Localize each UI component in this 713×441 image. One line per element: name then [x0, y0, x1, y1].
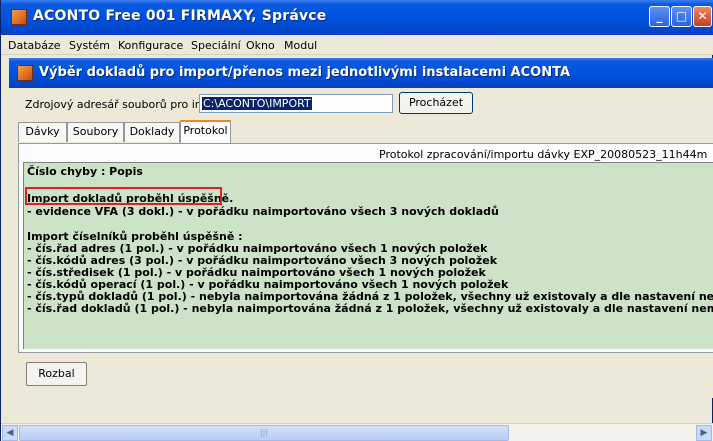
app-icon: [11, 9, 27, 25]
menu-modul[interactable]: Modul: [284, 39, 317, 52]
maximize-button[interactable]: □: [671, 6, 692, 27]
log-line: Číslo chyby : Popis: [27, 165, 143, 178]
scroll-right-icon[interactable]: ▶: [696, 425, 712, 441]
window-title: ACONTO Free 001 FIRMAXY, Správce: [33, 8, 327, 24]
close-button[interactable]: ✕: [693, 6, 712, 27]
tab-davky[interactable]: Dávky: [18, 122, 67, 142]
success-highlight: [25, 187, 222, 205]
tab-protokol[interactable]: Protokol: [180, 120, 231, 143]
browse-button[interactable]: Procházet: [399, 92, 473, 114]
dialog-titlebar[interactable]: Výběr dokladů pro import/přenos mezi jed…: [9, 58, 713, 88]
log-line: - čís.řad dokladů (1 pol.) - nebyla naim…: [27, 302, 713, 315]
protocol-log[interactable]: Číslo chyby : Popis Import dokladů probě…: [23, 162, 713, 349]
menu-okno[interactable]: Okno: [246, 39, 275, 52]
log-line: - evidence VFA (3 dokl.) - v pořádku nai…: [27, 205, 499, 218]
menu-system[interactable]: Systém: [69, 39, 110, 52]
source-folder-label: Zdrojový adresář souborů pro import: [25, 98, 229, 111]
minimize-button[interactable]: _: [649, 6, 670, 27]
dialog-title: Výběr dokladů pro import/přenos mezi jed…: [39, 65, 571, 80]
tab-doklady[interactable]: Doklady: [124, 122, 180, 142]
protocol-header: Protokol zpracování/importu dávky EXP_20…: [379, 148, 708, 161]
menu-konfigurace[interactable]: Konfigurace: [118, 39, 183, 52]
menu-bar: Databáze Systém Konfigurace Speciální Ok…: [1, 35, 713, 55]
source-folder-input[interactable]: C:\ACONTO\IMPORT: [199, 94, 393, 113]
horizontal-scrollbar[interactable]: ◀ ||| ▶: [1, 423, 713, 441]
menu-specialni[interactable]: Speciální: [191, 39, 241, 52]
tab-soubory[interactable]: Soubory: [67, 122, 124, 142]
menu-databaze[interactable]: Databáze: [8, 39, 61, 52]
protocol-panel: Protokol zpracování/importu dávky EXP_20…: [18, 143, 713, 353]
import-dialog: Výběr dokladů pro import/přenos mezi jed…: [9, 58, 713, 398]
source-folder-value: C:\ACONTO\IMPORT: [202, 97, 312, 110]
window-titlebar[interactable]: ACONTO Free 001 FIRMAXY, Správce _ □ ✕: [1, 0, 713, 35]
main-window: ACONTO Free 001 FIRMAXY, Správce _ □ ✕ D…: [0, 0, 713, 441]
expand-button[interactable]: Rozbal: [26, 362, 87, 386]
scroll-thumb[interactable]: |||: [19, 425, 509, 441]
dialog-icon: [17, 65, 33, 81]
scroll-left-icon[interactable]: ◀: [2, 425, 18, 441]
